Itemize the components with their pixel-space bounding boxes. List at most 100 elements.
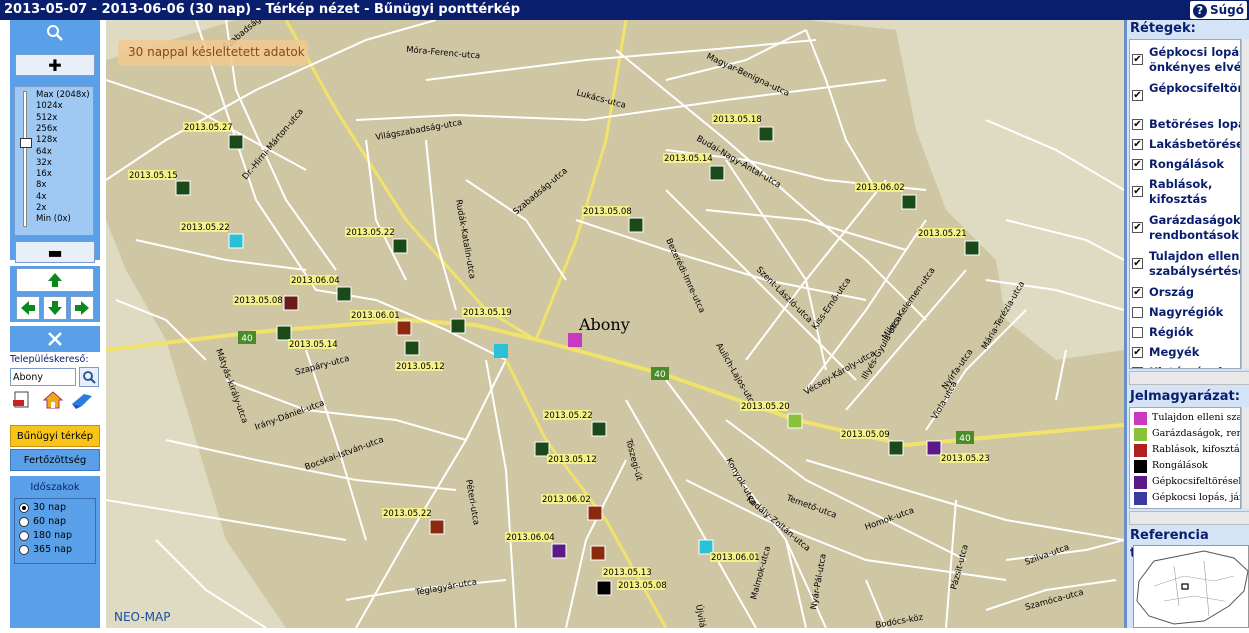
crime-marker[interactable] <box>276 325 292 341</box>
zoom-level-label[interactable]: Min (0x) <box>36 214 71 224</box>
crime-marker[interactable] <box>709 165 725 181</box>
brush-icon[interactable] <box>70 390 94 410</box>
crime-marker[interactable] <box>494 344 508 358</box>
crime-marker[interactable] <box>283 295 299 311</box>
pan-right-button[interactable] <box>70 296 94 320</box>
zoom-level-label[interactable]: 32x <box>36 158 52 168</box>
zoom-in-button[interactable]: ✚ <box>15 54 95 76</box>
infection-button[interactable]: Fertőzöttség <box>10 449 100 471</box>
crime-marker[interactable] <box>628 217 644 233</box>
layer-row[interactable]: ✔ Megyék <box>1130 344 1240 364</box>
zoom-search-button[interactable] <box>11 22 99 44</box>
layer-row[interactable]: ✔ Lakásbetörések <box>1130 136 1240 156</box>
crime-marker[interactable] <box>429 519 445 535</box>
layer-row[interactable]: ✔ Betöréses lopás <box>1130 116 1240 136</box>
layer-row[interactable]: ✔ Gépkocsifeltörés <box>1130 80 1240 114</box>
crime-marker[interactable] <box>787 413 803 429</box>
layer-checkbox[interactable] <box>1132 367 1143 368</box>
layer-checkbox[interactable]: ✔ <box>1132 287 1143 298</box>
legend-hscrollbar[interactable] <box>1129 511 1249 525</box>
zoom-slider-track[interactable] <box>23 91 27 227</box>
layer-checkbox[interactable]: ✔ <box>1132 90 1143 101</box>
crime-marker[interactable] <box>926 440 942 456</box>
layers-hscrollbar[interactable] <box>1129 371 1249 385</box>
zoom-out-button[interactable]: ▬ <box>15 241 95 263</box>
crime-marker[interactable] <box>450 318 466 334</box>
crime-map-button[interactable]: Bűnügyi térkép <box>10 425 100 447</box>
town-center-marker[interactable] <box>568 333 582 347</box>
zoom-level-label[interactable]: 64x <box>36 147 52 157</box>
town-search-input[interactable] <box>10 368 76 386</box>
radio-circle[interactable] <box>19 516 29 527</box>
reference-map[interactable] <box>1133 545 1249 628</box>
zoom-level-label[interactable]: Max (2048x) <box>36 90 90 100</box>
crime-marker[interactable] <box>596 580 612 596</box>
radio-circle[interactable] <box>19 544 29 555</box>
pan-down-button[interactable] <box>43 296 67 320</box>
home-icon[interactable] <box>42 390 64 410</box>
pan-left-button[interactable] <box>16 296 40 320</box>
layer-row[interactable]: ✔ Rablások, kifosztás <box>1130 176 1240 210</box>
pan-up-button[interactable] <box>16 268 94 292</box>
layer-checkbox[interactable]: ✔ <box>1132 54 1143 65</box>
layer-row[interactable]: Kistérségek <box>1130 364 1240 368</box>
tools-button[interactable] <box>10 326 100 352</box>
crime-marker[interactable] <box>591 421 607 437</box>
crime-marker[interactable] <box>392 238 408 254</box>
print-icon[interactable] <box>12 390 34 410</box>
layer-checkbox[interactable]: ✔ <box>1132 347 1143 358</box>
layer-checkbox[interactable]: ✔ <box>1132 159 1143 170</box>
period-radio[interactable]: 365 nap <box>19 544 72 555</box>
layer-row[interactable]: Régiók <box>1130 324 1240 344</box>
zoom-level-label[interactable]: 512x <box>36 113 57 123</box>
zoom-level-label[interactable]: 16x <box>36 169 52 179</box>
layers-scrollbar[interactable] <box>1241 39 1249 369</box>
zoom-level-label[interactable]: 2x <box>36 203 46 213</box>
crime-marker[interactable] <box>396 320 412 336</box>
crime-marker[interactable] <box>698 539 714 555</box>
crime-marker[interactable] <box>964 240 980 256</box>
period-radio[interactable]: 180 nap <box>19 530 72 541</box>
layer-row[interactable]: ✔ Tulajdon elleni szabálysértések <box>1130 248 1240 282</box>
crime-marker[interactable] <box>228 233 244 249</box>
help-button[interactable]: ? Súgó <box>1189 1 1247 19</box>
layer-checkbox[interactable] <box>1132 307 1143 318</box>
layer-row[interactable]: ✔ Gépkocsi lopás, önkényes elvétel <box>1130 44 1240 78</box>
zoom-level-label[interactable]: 4x <box>36 192 46 202</box>
map-canvas[interactable]: 40 40 40 SzabadsághacreMóra-Ferenc-utcaM… <box>106 20 1124 628</box>
radio-circle[interactable] <box>19 530 29 541</box>
layer-row[interactable]: ✔ Garázdaságok, rendbontások <box>1130 212 1240 246</box>
zoom-level-label[interactable]: 1024x <box>36 101 63 111</box>
layer-checkbox[interactable]: ✔ <box>1132 258 1143 269</box>
radio-circle[interactable] <box>19 502 29 513</box>
zoom-level-label[interactable]: 8x <box>36 180 46 190</box>
crime-marker[interactable] <box>336 286 352 302</box>
crime-marker[interactable] <box>404 340 420 356</box>
layer-checkbox[interactable]: ✔ <box>1132 139 1143 150</box>
zoom-level-scale[interactable]: Max (2048x) 1024x 512x 256x 128x 64x 32x 16x 8x 4… <box>14 86 94 236</box>
period-radio[interactable]: 60 nap <box>19 516 66 527</box>
street-map[interactable]: 40 40 40 SzabadsághacreMóra-Ferenc-utcaM… <box>106 20 1124 628</box>
crime-marker[interactable] <box>590 545 606 561</box>
crime-marker[interactable] <box>901 194 917 210</box>
zoom-level-label[interactable]: 256x <box>36 124 57 134</box>
crime-marker[interactable] <box>888 440 904 456</box>
crime-marker[interactable] <box>228 134 244 150</box>
crime-marker[interactable] <box>587 505 603 521</box>
layer-row[interactable]: ✔ Rongálások <box>1130 156 1240 176</box>
search-button[interactable] <box>79 367 99 387</box>
layer-row[interactable]: Nagyrégiók <box>1130 304 1240 324</box>
layer-checkbox[interactable]: ✔ <box>1132 119 1143 130</box>
period-radio[interactable]: 30 nap <box>19 502 66 513</box>
crime-marker[interactable] <box>551 543 567 559</box>
layer-checkbox[interactable] <box>1132 327 1143 338</box>
legend-scrollbar[interactable] <box>1241 407 1249 509</box>
layer-checkbox[interactable]: ✔ <box>1132 186 1143 197</box>
layer-row[interactable]: ✔ Ország <box>1130 284 1240 304</box>
zoom-slider-handle[interactable] <box>20 138 32 148</box>
crime-marker[interactable] <box>175 180 191 196</box>
zoom-level-label[interactable]: 128x <box>36 135 57 145</box>
crime-marker[interactable] <box>758 126 774 142</box>
layer-checkbox[interactable]: ✔ <box>1132 222 1143 233</box>
crime-marker[interactable] <box>534 441 550 457</box>
